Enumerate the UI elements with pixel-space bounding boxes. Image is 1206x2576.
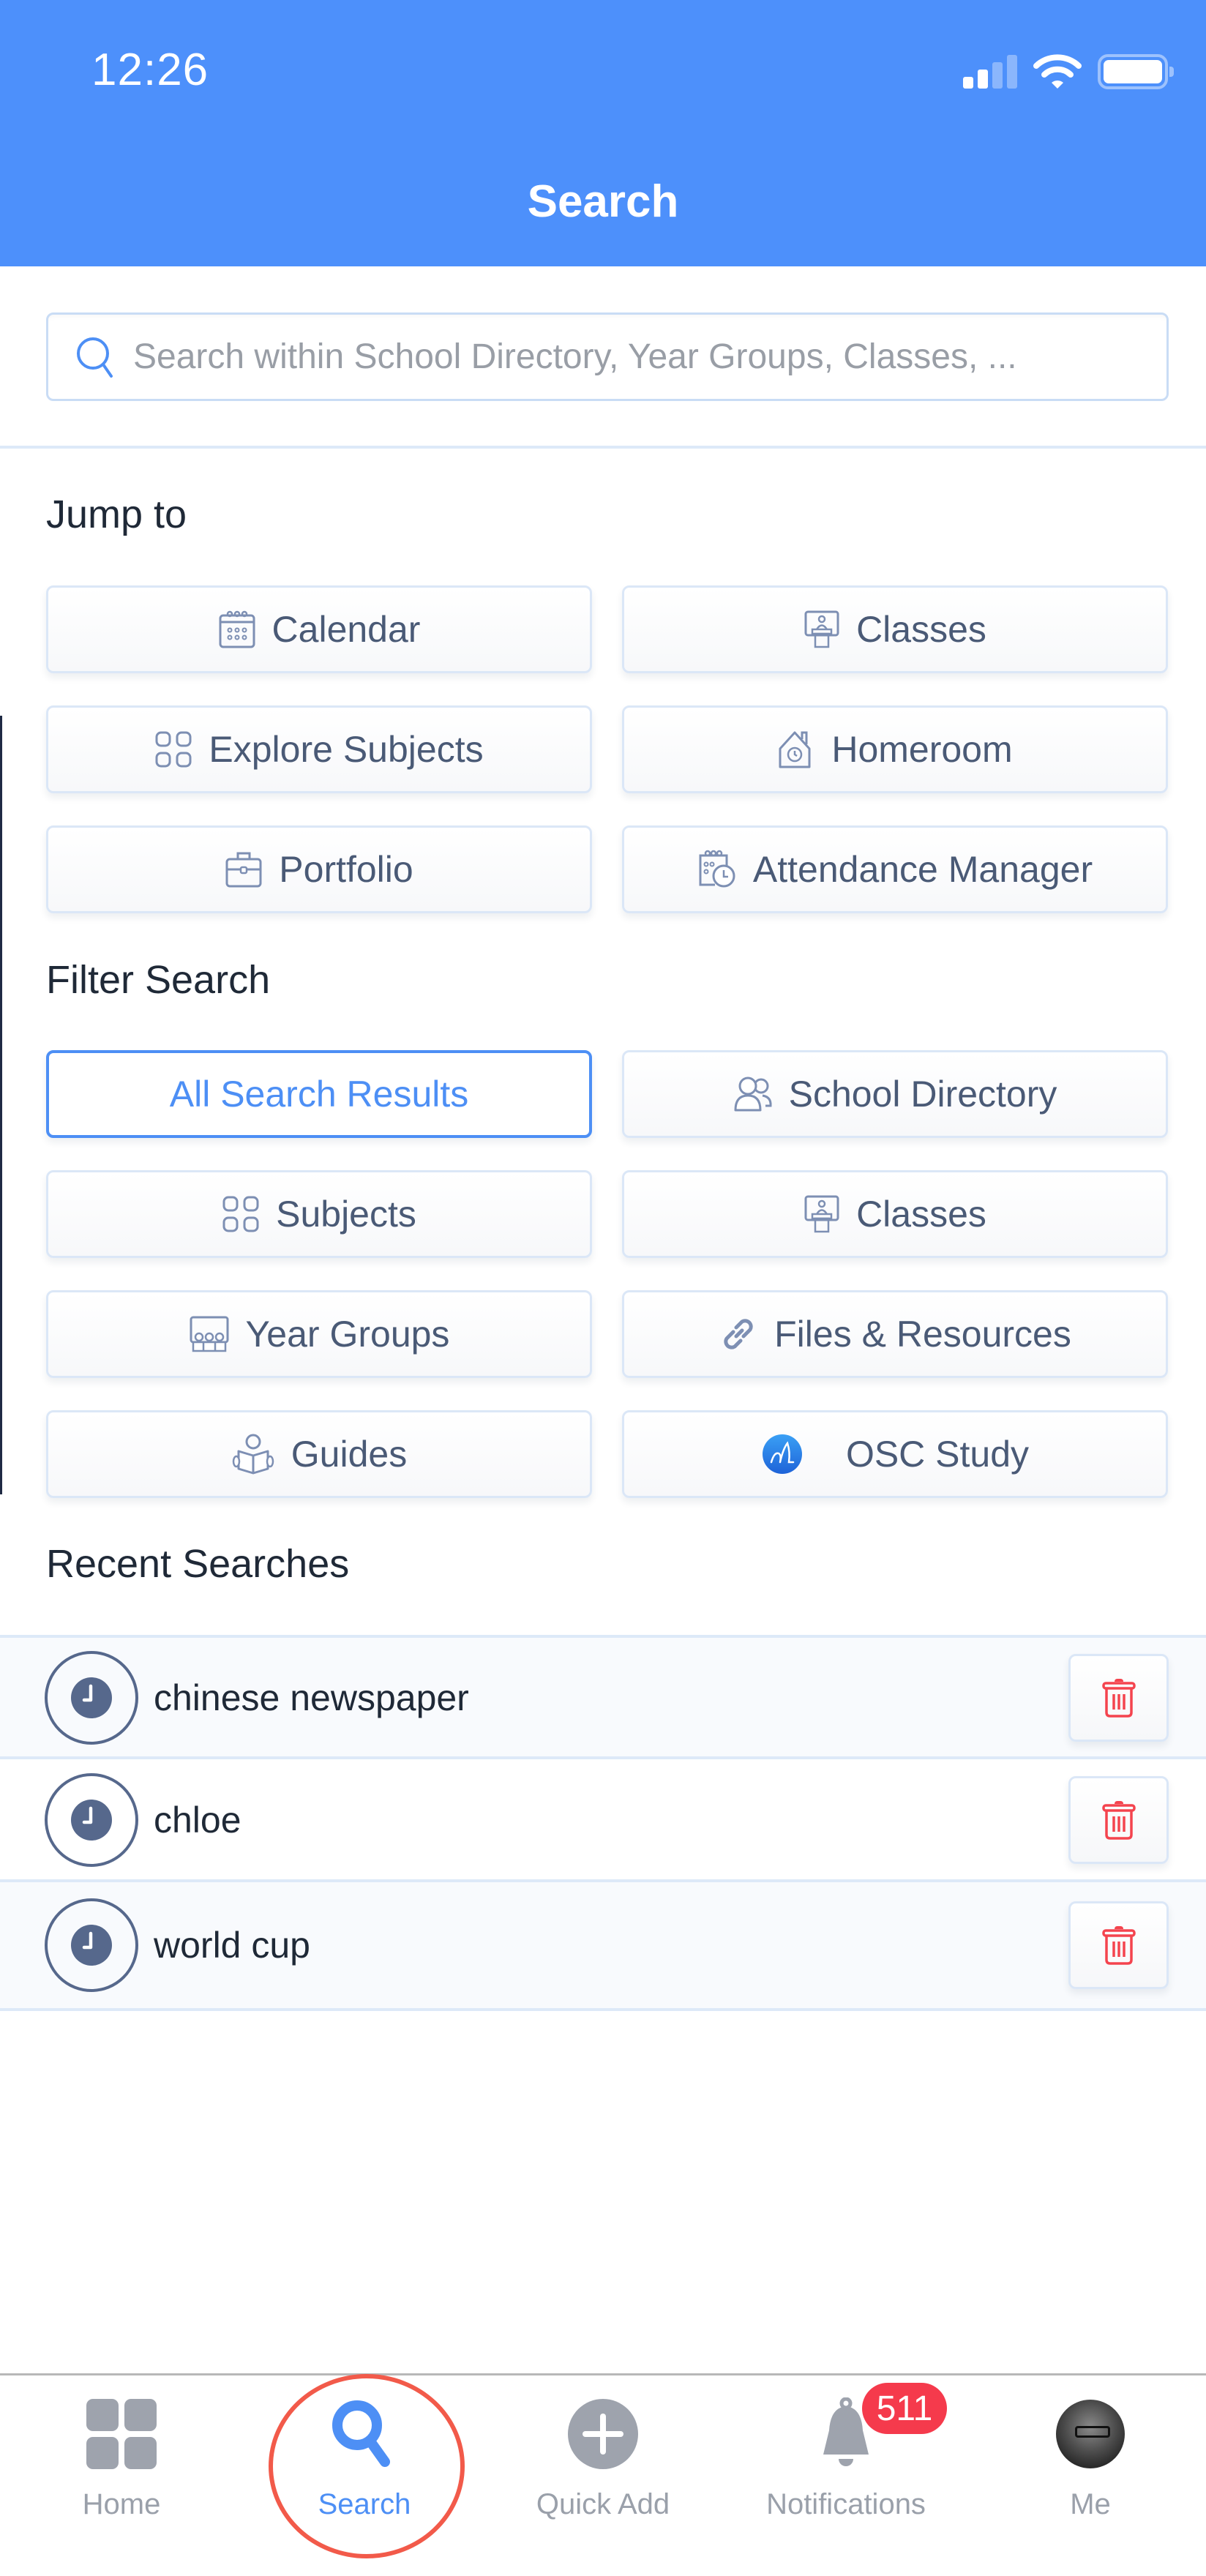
button-label: Attendance Manager: [752, 849, 1093, 890]
house-clock-icon: [779, 731, 811, 768]
button-label: Homeroom: [831, 729, 1013, 770]
search-icon: [332, 2400, 390, 2467]
button-label: All Search Results: [169, 1074, 469, 1115]
tab-me[interactable]: Me: [970, 2390, 1206, 2536]
notification-count-badge: 511: [862, 2383, 947, 2434]
divider: [0, 446, 1206, 449]
button-label: Year Groups: [245, 1314, 450, 1355]
button-label: Portfolio: [279, 849, 413, 890]
grid-squares-icon: [155, 731, 192, 768]
trash-icon: [1101, 1926, 1136, 1965]
search-icon: [77, 337, 113, 378]
clock-icon: [45, 1898, 138, 1992]
search-field[interactable]: [46, 312, 1169, 401]
button-label: Subjects: [276, 1194, 416, 1235]
button-label: OSC Study: [845, 1434, 1030, 1475]
search-input[interactable]: [133, 337, 1166, 377]
button-label: Guides: [291, 1434, 408, 1475]
tab-notifications[interactable]: 511 Notifications: [725, 2383, 967, 2536]
page-title: Search: [527, 176, 679, 227]
status-icons: [963, 51, 1174, 92]
jump-portfolio-button[interactable]: Portfolio: [46, 825, 592, 913]
filter-osc-study-button[interactable]: OSC Study: [622, 1410, 1168, 1498]
recent-search-text: chinese newspaper: [154, 1677, 469, 1718]
tab-home[interactable]: Home: [1, 2390, 242, 2536]
avatar: [1056, 2400, 1125, 2468]
osc-study-logo-icon: [762, 1434, 802, 1474]
delete-recent-search-button[interactable]: [1068, 1654, 1169, 1742]
bottom-tab-bar: Home Search Quick Add 511 Notifications …: [0, 2373, 1206, 2576]
calendar-icon: [219, 610, 255, 648]
trash-icon: [1101, 1801, 1136, 1840]
edge-artifact-line: [0, 716, 2, 1494]
button-label: Classes: [856, 1194, 986, 1235]
button-label: Calendar: [271, 609, 421, 650]
tab-label: Home: [82, 2488, 161, 2520]
status-time: 12:26: [91, 45, 209, 95]
link-icon: [724, 1319, 753, 1349]
filter-subjects-button[interactable]: Subjects: [46, 1170, 592, 1258]
recent-search-text: chloe: [154, 1800, 241, 1841]
battery-full-icon: [1098, 54, 1174, 89]
jump-attendance-manager-button[interactable]: Attendance Manager: [622, 825, 1168, 913]
filter-classes-button[interactable]: Classes: [622, 1170, 1168, 1258]
filter-year-groups-button[interactable]: Year Groups: [46, 1290, 592, 1378]
lectern-icon: [804, 610, 839, 648]
jump-calendar-button[interactable]: Calendar: [46, 585, 592, 673]
button-label: Files & Resources: [774, 1314, 1071, 1355]
trash-icon: [1101, 1679, 1136, 1718]
filter-guides-button[interactable]: Guides: [46, 1410, 592, 1498]
tab-label: Notifications: [766, 2488, 926, 2520]
recent-searches-heading: Recent Searches: [46, 1542, 350, 1586]
button-label: Classes: [856, 609, 986, 650]
reader-icon: [232, 1434, 274, 1475]
button-label: School Directory: [788, 1074, 1057, 1115]
lectern-icon: [804, 1195, 839, 1233]
delete-recent-search-button[interactable]: [1068, 1776, 1169, 1864]
recent-search-item[interactable]: chinese newspaper: [0, 1635, 1206, 1758]
recent-search-item[interactable]: chloe: [0, 1756, 1206, 1881]
filter-school-directory-button[interactable]: School Directory: [622, 1050, 1168, 1138]
home-grid-icon: [86, 2399, 157, 2469]
clock-icon: [45, 1651, 138, 1745]
jump-explore-subjects-button[interactable]: Explore Subjects: [46, 705, 592, 793]
plus-circle-icon: [568, 2399, 638, 2469]
button-label: Explore Subjects: [209, 729, 484, 770]
calendar-clock-icon: [699, 850, 735, 888]
group-board-icon: [190, 1316, 229, 1352]
filter-files-resources-button[interactable]: Files & Resources: [622, 1290, 1168, 1378]
recent-search-item[interactable]: world cup: [0, 1879, 1206, 2011]
tab-search[interactable]: Search: [244, 2390, 485, 2536]
jump-homeroom-button[interactable]: Homeroom: [622, 705, 1168, 793]
filter-search-heading: Filter Search: [46, 958, 271, 1002]
wifi-icon: [1033, 54, 1082, 89]
tab-label: Me: [1070, 2488, 1111, 2520]
signal-icon: [963, 55, 1017, 89]
grid-squares-icon: [222, 1196, 259, 1232]
jump-to-heading: Jump to: [46, 493, 187, 536]
tab-quick-add[interactable]: Quick Add: [482, 2390, 724, 2536]
app-header: 12:26 Search: [0, 0, 1206, 266]
filter-all-search-results-button[interactable]: All Search Results: [46, 1050, 592, 1138]
tab-label: Search: [318, 2488, 411, 2520]
people-icon: [734, 1077, 772, 1112]
recent-search-text: world cup: [154, 1925, 310, 1966]
delete-recent-search-button[interactable]: [1068, 1901, 1169, 1989]
tab-label: Quick Add: [536, 2488, 670, 2520]
jump-classes-button[interactable]: Classes: [622, 585, 1168, 673]
clock-icon: [45, 1773, 138, 1867]
briefcase-icon: [225, 852, 262, 888]
